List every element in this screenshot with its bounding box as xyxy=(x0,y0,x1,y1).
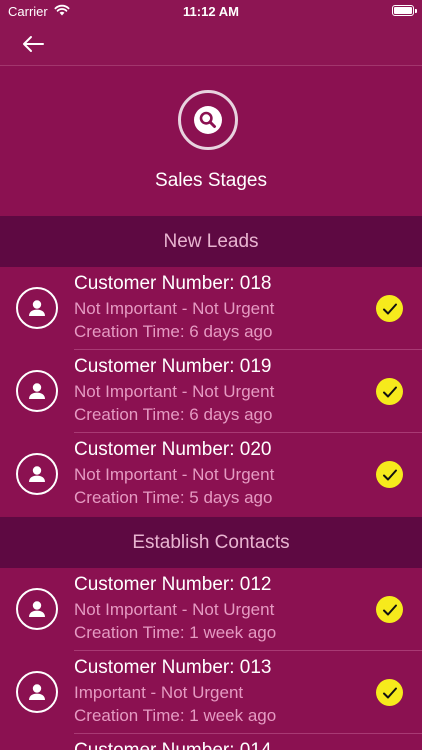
list-item[interactable]: Customer Number: 019 Not Important - Not… xyxy=(0,350,422,433)
customer-title: Customer Number: 014 xyxy=(74,740,271,750)
back-button[interactable] xyxy=(18,30,48,58)
section-header-establish-contacts: Establish Contacts xyxy=(0,517,422,568)
battery-icon xyxy=(392,5,417,16)
checkmark-icon[interactable] xyxy=(376,596,403,623)
user-icon xyxy=(29,383,45,399)
navigation-bar xyxy=(0,22,422,66)
customer-title: Customer Number: 013 xyxy=(74,657,272,678)
priority-label: Important - Not Urgent xyxy=(74,683,244,702)
checkmark-icon[interactable] xyxy=(376,461,403,488)
search-icon xyxy=(194,106,222,134)
customer-title: Customer Number: 012 xyxy=(74,574,272,595)
page-title: Sales Stages xyxy=(155,170,267,191)
customer-title: Customer Number: 019 xyxy=(74,356,272,377)
creation-time: Creation Time: 6 days ago xyxy=(74,405,273,424)
user-icon xyxy=(29,601,45,617)
creation-time: Creation Time: 6 days ago xyxy=(74,322,273,341)
priority-label: Not Important - Not Urgent xyxy=(74,382,275,401)
checkmark-icon[interactable] xyxy=(376,378,403,405)
avatar xyxy=(16,287,58,329)
user-icon xyxy=(29,466,45,482)
checkmark-icon[interactable] xyxy=(376,679,403,706)
list-item[interactable]: Customer Number: 014 xyxy=(0,734,422,750)
creation-time: Creation Time: 1 week ago xyxy=(74,623,277,642)
avatar xyxy=(16,671,58,713)
priority-label: Not Important - Not Urgent xyxy=(74,465,275,484)
list-item[interactable]: Customer Number: 020 Not Important - Not… xyxy=(0,433,422,516)
priority-label: Not Important - Not Urgent xyxy=(74,299,275,318)
customer-title: Customer Number: 018 xyxy=(74,273,272,294)
list-item[interactable]: Customer Number: 012 Not Important - Not… xyxy=(0,568,422,651)
avatar xyxy=(16,370,58,412)
customer-title: Customer Number: 020 xyxy=(74,439,272,460)
page-header: Sales Stages xyxy=(0,66,422,216)
checkmark-icon[interactable] xyxy=(376,295,403,322)
user-icon xyxy=(29,300,45,316)
priority-label: Not Important - Not Urgent xyxy=(74,600,275,619)
creation-time: Creation Time: 1 week ago xyxy=(74,706,277,725)
section-header-new-leads: New Leads xyxy=(0,216,422,267)
user-icon xyxy=(29,684,45,700)
header-search-badge xyxy=(178,90,238,150)
avatar xyxy=(16,588,58,630)
list-item[interactable]: Customer Number: 018 Not Important - Not… xyxy=(0,267,422,350)
arrow-left-icon xyxy=(23,36,44,52)
creation-time: Creation Time: 5 days ago xyxy=(74,488,273,507)
status-bar: Carrier 11:12 AM xyxy=(0,0,422,22)
list-item[interactable]: Customer Number: 013 Important - Not Urg… xyxy=(0,651,422,734)
status-time: 11:12 AM xyxy=(183,4,239,19)
avatar xyxy=(16,453,58,495)
